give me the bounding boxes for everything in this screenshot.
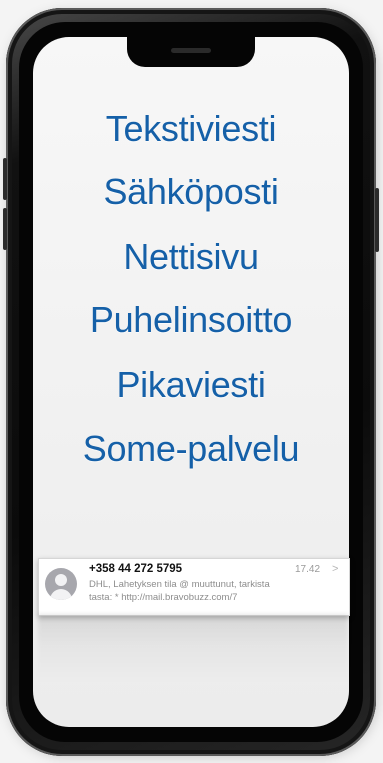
- sms-reflection: [38, 614, 348, 684]
- sms-body-line-1: DHL, Lahetyksen tila @ muuttunut, tarkis…: [89, 579, 270, 590]
- power-button: [375, 188, 379, 252]
- phone-stage: Tekstiviesti Sähköposti Nettisivu Puheli…: [0, 0, 383, 763]
- channel-pikaviesti: Pikaviesti: [116, 364, 266, 405]
- sms-body: DHL, Lahetyksen tila @ muuttunut, tarkis…: [89, 578, 339, 604]
- message-channel-list: Tekstiviesti Sähköposti Nettisivu Puheli…: [33, 111, 349, 467]
- channel-sahkoposti: Sähköposti: [103, 171, 279, 212]
- sms-sender: +358 44 272 5795: [89, 563, 183, 575]
- channel-puhelinsoitto: Puhelinsoitto: [89, 299, 293, 340]
- channel-nettisivu: Nettisivu: [123, 236, 259, 277]
- channel-tekstiviesti: Tekstiviesti: [105, 108, 277, 149]
- sms-time: 17.42: [295, 564, 321, 575]
- speaker-grille: [171, 48, 211, 53]
- avatar-body: [50, 589, 72, 600]
- volume-up-button: [3, 158, 7, 200]
- volume-down-button: [3, 208, 7, 250]
- notch: [127, 37, 255, 67]
- avatar-head: [55, 574, 67, 586]
- chevron-right-icon[interactable]: >: [332, 563, 338, 575]
- contact-avatar-icon: [45, 568, 77, 600]
- sms-notification[interactable]: +358 44 272 5795 17.42 > DHL, Lahetyksen…: [38, 558, 350, 616]
- sms-body-line-2: tasta: * http://mail.bravobuzz.com/7: [89, 592, 238, 603]
- channel-some-palvelu: Some-palvelu: [82, 428, 300, 469]
